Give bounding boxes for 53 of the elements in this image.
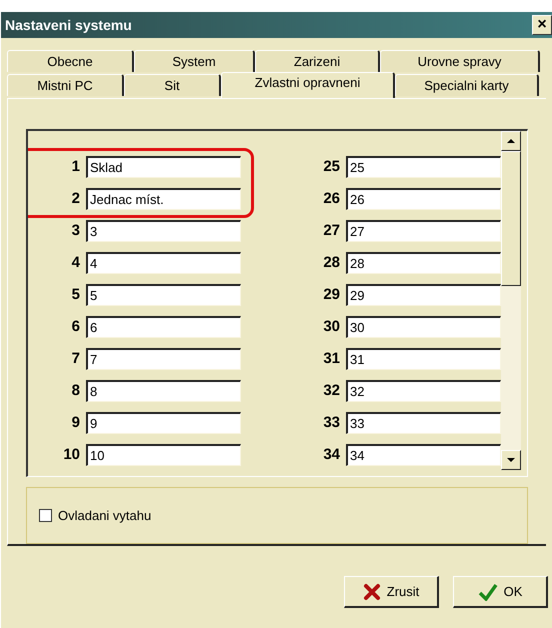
text-field[interactable]: 34 — [346, 444, 502, 466]
tab[interactable]: Sit — [124, 74, 222, 96]
checkbox-label: Ovladani vytahu — [58, 506, 152, 525]
row-number: 34 — [322, 444, 342, 465]
text-field[interactable]: 32 — [346, 380, 502, 402]
row-number: 10 — [62, 444, 82, 465]
text-field[interactable]: Sklad — [86, 156, 242, 178]
tab[interactable]: Urovne spravy — [380, 50, 540, 72]
tab[interactable]: Zvlastni opravneni — [221, 72, 396, 98]
text-field[interactable]: Jednac míst. — [86, 188, 242, 210]
text-field[interactable]: 27 — [346, 220, 502, 242]
text-field[interactable]: 26 — [346, 188, 502, 210]
row-number: 26 — [322, 188, 342, 209]
row-number: 6 — [70, 316, 82, 337]
text-field[interactable]: 7 — [86, 348, 242, 370]
text-field[interactable]: 6 — [86, 316, 242, 338]
row-number: 9 — [70, 412, 82, 433]
tab[interactable]: Obecne — [7, 50, 134, 72]
row-number: 3 — [70, 220, 82, 241]
text-field[interactable]: 31 — [346, 348, 502, 370]
tab[interactable]: Mistni PC — [7, 74, 124, 96]
text-field[interactable]: 30 — [346, 316, 502, 338]
text-field[interactable]: 10 — [86, 444, 242, 466]
row-number: 25 — [322, 156, 342, 177]
text-field[interactable]: 9 — [86, 412, 242, 434]
row-number: 27 — [322, 220, 342, 241]
text-field[interactable]: 29 — [346, 284, 502, 306]
row-number: 30 — [322, 316, 342, 337]
row-number: 33 — [322, 412, 342, 433]
tab[interactable]: System — [134, 50, 256, 72]
text-field[interactable]: 33 — [346, 412, 502, 434]
row-number: 28 — [322, 252, 342, 273]
row-number: 5 — [70, 284, 82, 305]
row-number: 32 — [322, 380, 342, 401]
window-title: Nastaveni systemu — [5, 16, 132, 35]
text-field[interactable]: 25 — [346, 156, 502, 178]
text-field[interactable]: 5 — [86, 284, 242, 306]
row-number: 7 — [70, 348, 82, 369]
row-number: 4 — [70, 252, 82, 273]
tab[interactable]: Specialni karty — [395, 74, 540, 96]
row-number: 8 — [70, 380, 82, 401]
cancel-button[interactable]: Zrusit — [344, 576, 440, 608]
ok-button[interactable]: OK — [453, 576, 548, 608]
row-number: 1 — [70, 156, 82, 177]
text-field[interactable]: 28 — [346, 252, 502, 274]
text-field[interactable]: 4 — [86, 252, 242, 274]
row-number: 29 — [322, 284, 342, 305]
tab[interactable]: Zarizeni — [255, 50, 380, 72]
text-field[interactable]: 3 — [86, 220, 242, 242]
close-button[interactable]: × — [532, 15, 552, 35]
row-number: 2 — [70, 188, 82, 209]
row-number: 31 — [322, 348, 342, 369]
text-field[interactable]: 8 — [86, 380, 242, 402]
